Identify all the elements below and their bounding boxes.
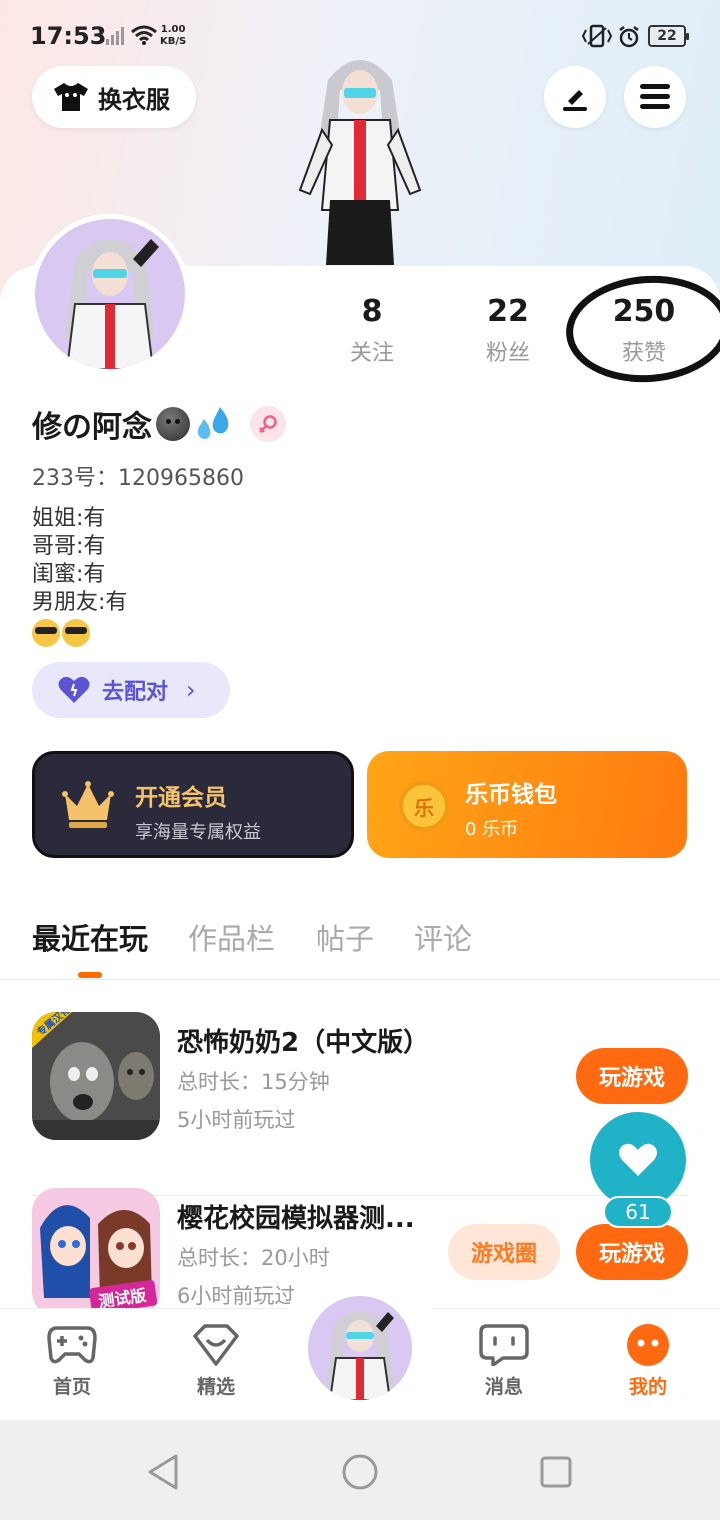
chevron-right-icon: › (186, 676, 196, 704)
svg-text:x: x (98, 28, 104, 39)
match-button[interactable]: 去配对 › (32, 662, 230, 718)
game-icon-granny: 专属汉化 (32, 1012, 160, 1140)
game-title: 樱花校园模拟器测... (177, 1204, 415, 1234)
vip-membership-card[interactable]: 开通会员 享海量专属权益 (32, 751, 354, 858)
back-icon[interactable] (146, 1454, 180, 1490)
heart-icon (58, 676, 90, 703)
pen-icon (563, 90, 587, 111)
bio-line: 哥哥:有 (32, 534, 106, 559)
nav-avatar-button[interactable] (304, 1292, 416, 1404)
net-speed-unit: KB/S (160, 36, 187, 47)
nickname: 修の阿念 (32, 410, 152, 445)
status-time: 17:53 (30, 22, 107, 50)
sweat-drops-emoji-icon (197, 407, 229, 439)
tab-posts[interactable]: 帖子 (316, 916, 374, 958)
match-label: 去配对 (102, 680, 169, 705)
wallet-balance: 0 乐币 (465, 819, 519, 840)
system-navigation-bar (0, 1420, 720, 1520)
sunglasses-emoji-icon (62, 619, 90, 647)
tab-recently-played[interactable]: 最近在玩 (32, 916, 148, 958)
sunglasses-emoji-icon (32, 619, 60, 647)
bio: 姐姐:有 哥哥:有 闺蜜:有 男朋友:有 (32, 505, 127, 647)
bio-line: 闺蜜:有 (32, 562, 106, 587)
profile-tabs: 最近在玩 作品栏 帖子 评论 (0, 912, 720, 980)
female-gender-icon (250, 406, 286, 442)
active-tab-indicator (78, 972, 102, 978)
like-count-badge: 61 (603, 1196, 673, 1228)
coin-wallet-card[interactable]: 乐 乐币钱包 0 乐币 (367, 751, 687, 858)
nav-featured[interactable]: 精选 (171, 1324, 261, 1399)
play-game-button[interactable]: 玩游戏 (576, 1048, 688, 1104)
signal-icon: x (98, 27, 124, 45)
tab-works[interactable]: 作品栏 (188, 916, 275, 958)
nickname-row: 修の阿念 (32, 402, 286, 446)
bio-line: 姐姐:有 (32, 506, 106, 531)
net-speed-value: 1.00 (160, 24, 186, 35)
chat-bubble-icon (479, 1324, 529, 1367)
following-count: 8 (361, 294, 383, 329)
followers-count: 22 (487, 294, 529, 329)
crown-icon (62, 781, 114, 828)
nav-me-label: 我的 (628, 1376, 667, 1398)
vip-title: 开通会员 (135, 785, 227, 811)
game-circle-button[interactable]: 游戏圈 (448, 1224, 560, 1280)
profile-face-icon (627, 1324, 669, 1366)
battery-indicator: 22 (648, 25, 689, 47)
stat-following[interactable]: 8 关注 (312, 294, 432, 367)
alarm-icon (619, 26, 639, 48)
game-duration: 总时长：20小时 (177, 1246, 330, 1270)
game-last-played: 5小时前玩过 (177, 1108, 296, 1132)
net-speed: 1.00 KB/S (160, 24, 186, 48)
followers-label: 粉丝 (485, 341, 530, 366)
nav-home[interactable]: 首页 (27, 1324, 117, 1399)
gamepad-icon (47, 1326, 97, 1364)
menu-icon (640, 84, 670, 109)
user-id: 233号：120965860 (32, 466, 244, 491)
play-game-button[interactable]: 玩游戏 (576, 1224, 688, 1280)
profile-avatar[interactable] (30, 214, 190, 374)
nav-messages-label: 消息 (484, 1376, 523, 1398)
dark-face-emoji-icon (156, 407, 190, 441)
floating-like-button[interactable] (590, 1112, 686, 1208)
tshirt-icon (54, 83, 88, 111)
diamond-heart-icon (193, 1324, 239, 1366)
wallet-title: 乐币钱包 (465, 782, 557, 808)
nav-messages[interactable]: 消息 (459, 1324, 549, 1399)
home-icon[interactable] (341, 1453, 379, 1491)
vibrate-icon (582, 24, 612, 48)
tab-comments[interactable]: 评论 (414, 916, 472, 958)
stat-followers[interactable]: 22 粉丝 (448, 294, 568, 367)
nav-featured-label: 精选 (196, 1376, 235, 1398)
edit-profile-button[interactable] (544, 66, 606, 128)
avatar-image (326, 1311, 394, 1400)
wifi-icon (131, 25, 157, 45)
recents-icon[interactable] (539, 1455, 573, 1489)
coin-icon: 乐 (399, 781, 449, 831)
vip-subtitle: 享海量专属权益 (135, 822, 261, 843)
change-outfit-label: 换衣服 (98, 85, 170, 114)
avatar-character-figure (298, 60, 422, 265)
game-last-played: 6小时前玩过 (177, 1284, 296, 1308)
following-label: 关注 (349, 341, 394, 366)
nav-me[interactable]: 我的 (603, 1324, 693, 1399)
bio-line: 男朋友:有 (32, 590, 128, 615)
avatar-image (65, 239, 159, 369)
nav-home-label: 首页 (52, 1376, 91, 1398)
change-outfit-button[interactable]: 换衣服 (32, 66, 196, 128)
menu-button[interactable] (624, 66, 686, 128)
game-icon-sakura-school: 测试版 (32, 1188, 160, 1316)
bio-emoji-row (32, 619, 127, 647)
game-duration: 总时长：15分钟 (177, 1070, 330, 1094)
game-title: 恐怖奶奶2（中文版） (177, 1028, 430, 1058)
heart-icon (619, 1143, 657, 1176)
